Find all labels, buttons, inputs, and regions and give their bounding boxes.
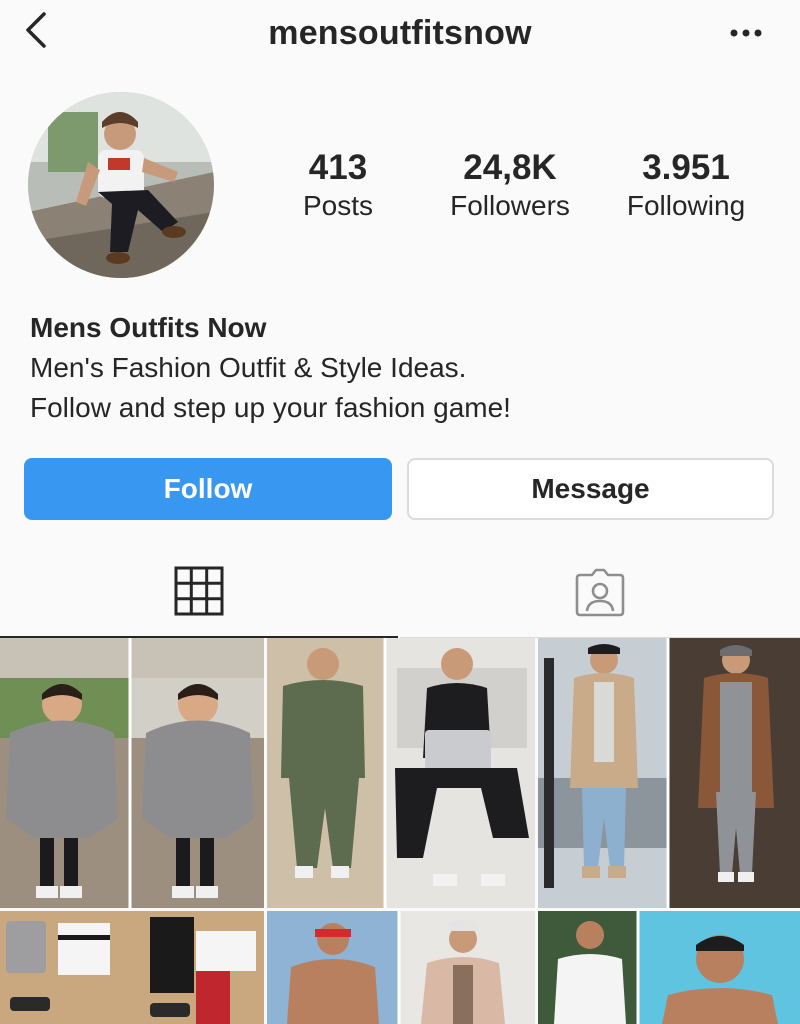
- post-thumbnail[interactable]: [267, 638, 535, 908]
- profile-tabs: [0, 546, 800, 638]
- followers-stat[interactable]: 24,8K Followers: [430, 148, 590, 224]
- message-button[interactable]: Message: [407, 458, 774, 520]
- post-thumbnail[interactable]: [538, 638, 800, 908]
- tab-posts-grid[interactable]: [0, 546, 398, 638]
- posts-count: 413: [308, 148, 368, 187]
- post-image: [267, 911, 535, 1024]
- profile-username: mensoutfitsnow: [268, 14, 532, 52]
- posts-grid: [0, 638, 800, 1024]
- avatar-image: [28, 92, 214, 278]
- post-image: [538, 911, 800, 1024]
- post-thumbnail[interactable]: [0, 638, 264, 908]
- post-image: [538, 638, 800, 908]
- post-image: [0, 911, 264, 1024]
- post-thumbnail[interactable]: [0, 911, 264, 1024]
- post-image: [267, 638, 535, 908]
- following-count: 3.951: [642, 148, 730, 187]
- follow-button[interactable]: Follow: [24, 458, 392, 520]
- tagged-person-icon: [575, 568, 625, 616]
- more-options-button[interactable]: [728, 20, 764, 46]
- bio-line: Follow and step up your fashion game!: [30, 392, 511, 423]
- post-image: [0, 638, 264, 908]
- bio-line: Men's Fashion Outfit & Style Ideas.: [30, 352, 467, 383]
- grid-icon: [174, 566, 224, 616]
- top-bar: mensoutfitsnow: [0, 0, 800, 68]
- followers-label: Followers: [450, 190, 570, 221]
- posts-label: Posts: [302, 190, 374, 221]
- profile-avatar[interactable]: [28, 92, 214, 278]
- post-thumbnail[interactable]: [538, 911, 800, 1024]
- followers-count: 24,8K: [463, 148, 557, 187]
- posts-stat[interactable]: 413 Posts: [278, 148, 398, 224]
- profile-display-name: Mens Outfits Now: [30, 312, 267, 343]
- following-label: Following: [626, 190, 746, 221]
- post-thumbnail[interactable]: [267, 911, 535, 1024]
- following-stat[interactable]: 3.951 Following: [606, 148, 766, 224]
- more-horizontal-icon: [730, 29, 762, 37]
- tab-tagged[interactable]: [400, 546, 800, 638]
